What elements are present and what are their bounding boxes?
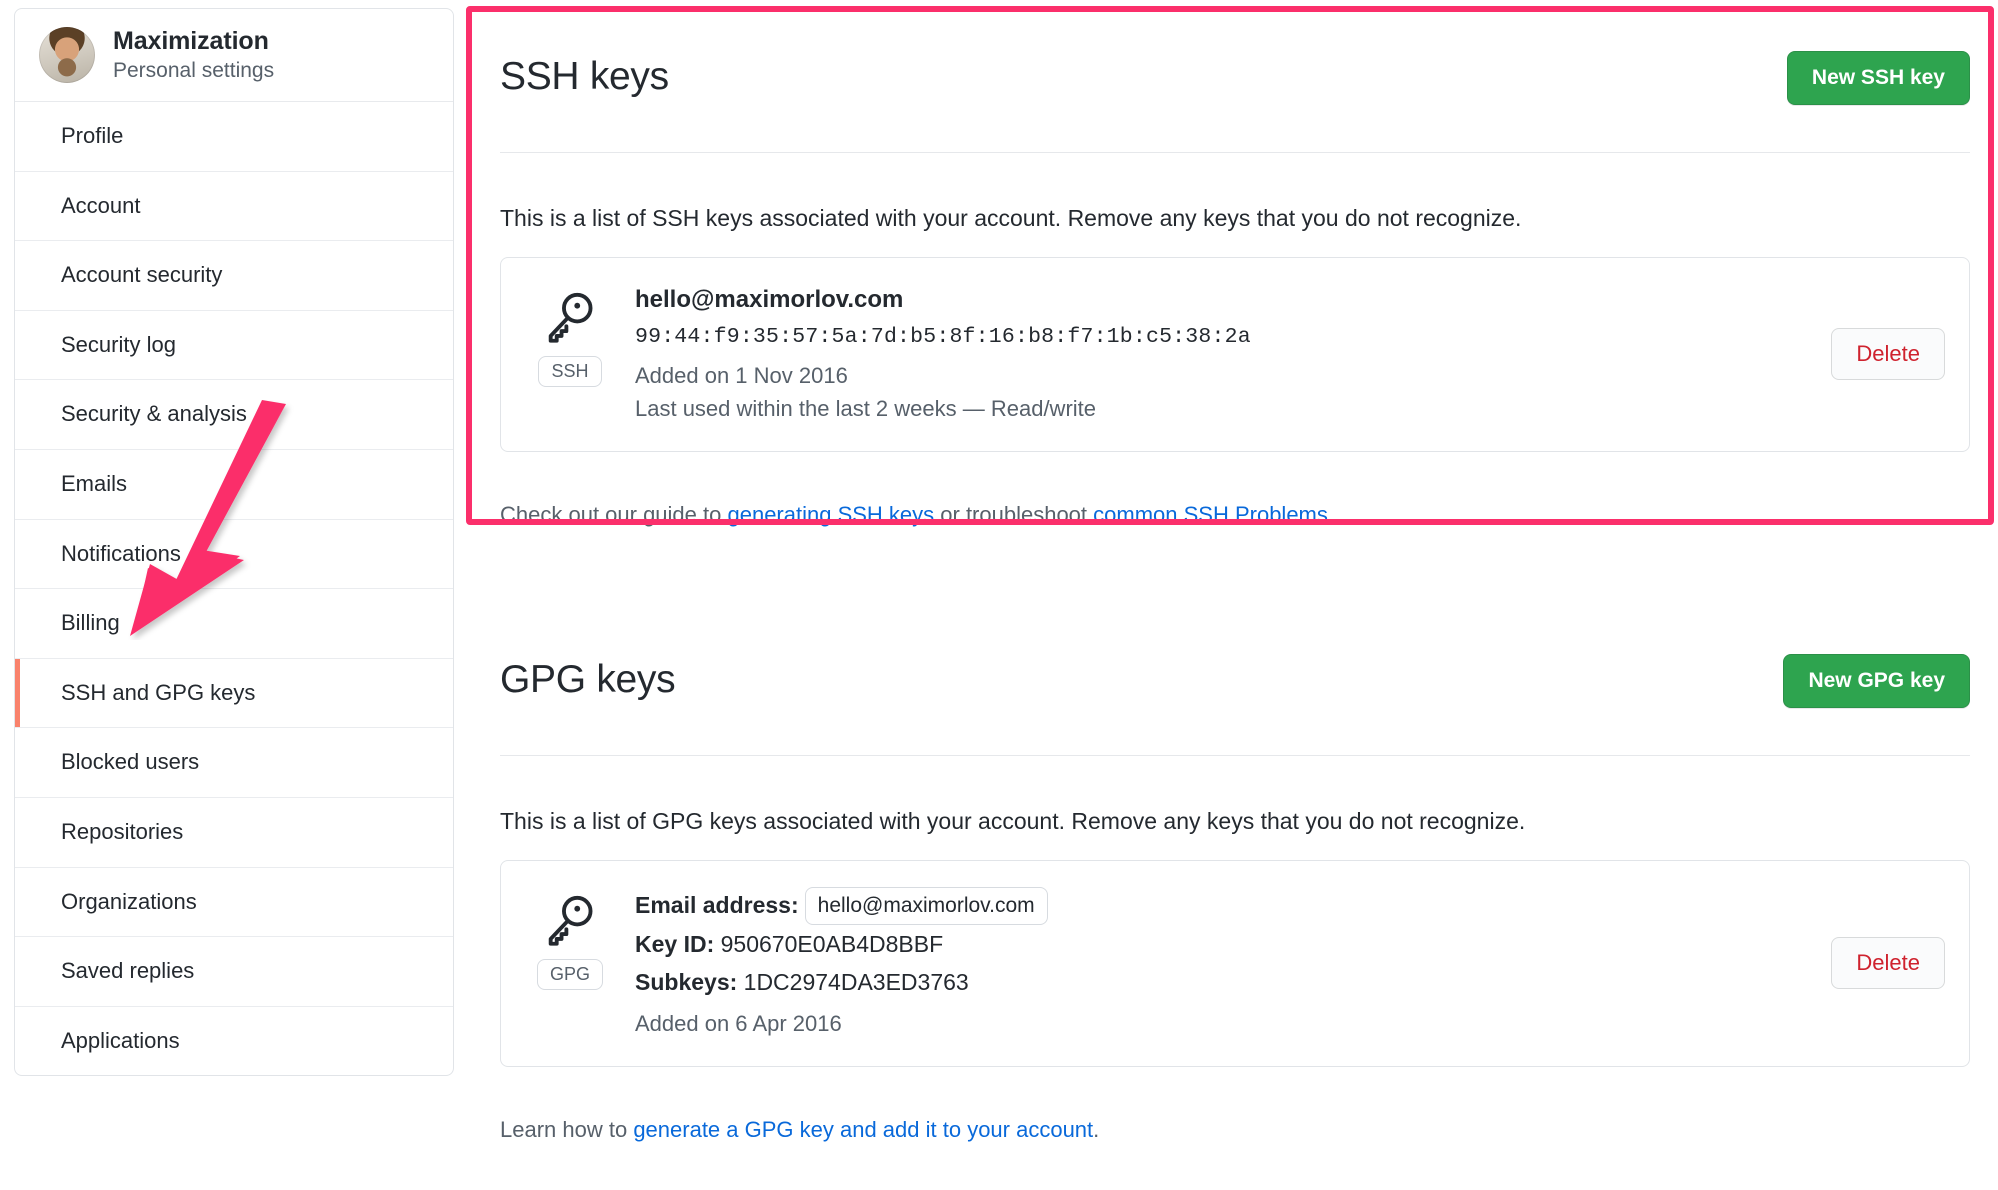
sidebar-item-notifications[interactable]: Notifications (15, 520, 453, 590)
sidebar-item-blocked-users[interactable]: Blocked users (15, 728, 453, 798)
gpg-subkeys-line: Subkeys: 1DC2974DA3ED3763 (635, 965, 1791, 1001)
gpg-keyid-line: Key ID: 950670E0AB4D8BBF (635, 927, 1791, 963)
gpg-footer-prefix: Learn how to (500, 1116, 634, 1142)
ssh-footer-middle: or troubleshoot (934, 502, 1094, 528)
gpg-key-added: Added on 6 Apr 2016 (635, 1010, 842, 1036)
generating-ssh-keys-link[interactable]: generating SSH keys (727, 502, 934, 527)
gpg-footer-suffix: . (1093, 1116, 1100, 1142)
sidebar-item-applications[interactable]: Applications (15, 1007, 453, 1076)
ssh-key-last-used: Last used within the last 2 weeks — Read… (635, 396, 1097, 422)
generate-gpg-key-link[interactable]: generate a GPG key and add it to your ac… (633, 1117, 1093, 1142)
gpg-email-line: Email address: hello@maximorlov.com (635, 886, 1791, 926)
ssh-footer-suffix: . (1327, 502, 1335, 528)
new-ssh-key-button[interactable]: New SSH key (1786, 50, 1970, 105)
delete-ssh-key-button[interactable]: Delete (1831, 328, 1945, 381)
ssh-section-header: SSH keys New SSH key (468, 22, 1998, 134)
ssh-badge: SSH (538, 355, 602, 388)
avatar (39, 27, 95, 83)
new-gpg-key-button[interactable]: New GPG key (1783, 653, 1970, 708)
ssh-section-description: This is a list of SSH keys associated wi… (500, 204, 1522, 231)
gpg-subkeys-value: 1DC2974DA3ED3763 (743, 968, 969, 995)
settings-page: Maximization Personal settings Profile Ac… (0, 0, 1998, 1190)
sidebar-item-security-log[interactable]: Security log (15, 311, 453, 381)
gpg-key-icon-group: GPG (527, 887, 613, 991)
sidebar-item-ssh-and-gpg-keys[interactable]: SSH and GPG keys (15, 658, 453, 729)
common-ssh-problems-link[interactable]: common SSH Problems (1093, 502, 1328, 527)
gpg-header-divider (500, 754, 1970, 756)
sidebar-item-organizations[interactable]: Organizations (15, 868, 453, 938)
gpg-keyid-value: 950670E0AB4D8BBF (720, 931, 944, 958)
ssh-keys-section: SSH keys New SSH key This is a list of S… (468, 0, 1998, 531)
ssh-footer-prefix: Check out our guide to (500, 502, 728, 528)
main-content: SSH keys New SSH key This is a list of S… (468, 0, 1998, 1167)
gpg-section-header: GPG keys New GPG key (468, 625, 1998, 737)
gpg-subkeys-label: Subkeys: (635, 968, 738, 995)
sidebar-nav-list: Profile Account Account security Security l… (15, 102, 453, 1075)
key-icon (548, 292, 593, 343)
gpg-key-details: Email address: hello@maximorlov.com Key I… (635, 886, 1791, 1040)
ssh-key-details: hello@maximorlov.com 99:44:f9:35:57:5a:7… (635, 284, 1791, 426)
gpg-key-row: GPG Email address: hello@maximorlov.com K… (500, 859, 1970, 1067)
sidebar-item-emails[interactable]: Emails (15, 450, 453, 520)
gpg-badge: GPG (536, 958, 603, 991)
user-subtitle: Personal settings (113, 58, 275, 82)
sidebar-item-saved-replies[interactable]: Saved replies (15, 937, 453, 1007)
user-name: Maximization (113, 27, 269, 56)
key-icon (548, 895, 593, 946)
ssh-key-fingerprint: 99:44:f9:35:57:5a:7d:b5:8f:16:b8:f7:1b:c… (635, 325, 1251, 350)
ssh-section-title: SSH keys (500, 55, 669, 99)
ssh-footer-note: Check out our guide to generating SSH ke… (468, 474, 1998, 531)
sidebar-item-billing[interactable]: Billing (15, 589, 453, 659)
delete-gpg-key-button[interactable]: Delete (1831, 937, 1945, 990)
sidebar-item-account[interactable]: Account (15, 172, 453, 242)
sidebar-item-profile[interactable]: Profile (15, 102, 453, 172)
sidebar-item-repositories[interactable]: Repositories (15, 798, 453, 868)
ssh-key-row: SSH hello@maximorlov.com 99:44:f9:35:57:… (500, 256, 1970, 453)
gpg-keyid-label: Key ID: (635, 931, 715, 958)
settings-sidebar: Maximization Personal settings Profile Ac… (14, 8, 454, 1077)
sidebar-item-security-analysis[interactable]: Security & analysis (15, 380, 453, 450)
gpg-email-label: Email address: (635, 891, 799, 918)
gpg-section-title: GPG keys (500, 658, 676, 702)
ssh-key-title: hello@maximorlov.com (635, 285, 904, 313)
gpg-keys-section: GPG keys New GPG key This is a list of G… (468, 553, 1998, 1145)
gpg-email-chip: hello@maximorlov.com (804, 886, 1048, 926)
ssh-header-divider (500, 151, 1970, 153)
sidebar-user-header[interactable]: Maximization Personal settings (15, 9, 453, 102)
ssh-key-added: Added on 1 Nov 2016 (635, 363, 848, 389)
gpg-footer-note: Learn how to generate a GPG key and add … (468, 1089, 1998, 1146)
sidebar-item-account-security[interactable]: Account security (15, 241, 453, 311)
gpg-section-description: This is a list of GPG keys associated wi… (500, 807, 1526, 834)
ssh-key-icon-group: SSH (527, 284, 613, 388)
